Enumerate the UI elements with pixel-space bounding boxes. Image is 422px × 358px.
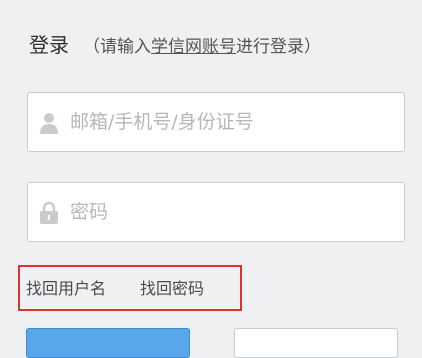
chsi-account-link[interactable]: 学信网账号 [151,37,236,57]
password-field[interactable] [27,182,405,242]
login-hint: （请输入学信网账号进行登录） [83,37,321,57]
login-button[interactable] [26,328,190,358]
page-title: 登录 [29,33,69,57]
find-password-link[interactable]: 找回密码 [140,279,204,299]
hint-suffix: 进行登录） [236,37,321,57]
hint-prefix: （请输入 [83,37,151,57]
username-input[interactable] [70,93,396,151]
register-button[interactable] [234,328,398,358]
user-icon [40,113,58,134]
username-field[interactable] [27,92,405,152]
lock-icon [40,201,58,224]
password-input[interactable] [70,183,396,241]
find-username-link[interactable]: 找回用户名 [26,279,106,299]
login-header: 登录 （请输入学信网账号进行登录） [29,31,321,61]
